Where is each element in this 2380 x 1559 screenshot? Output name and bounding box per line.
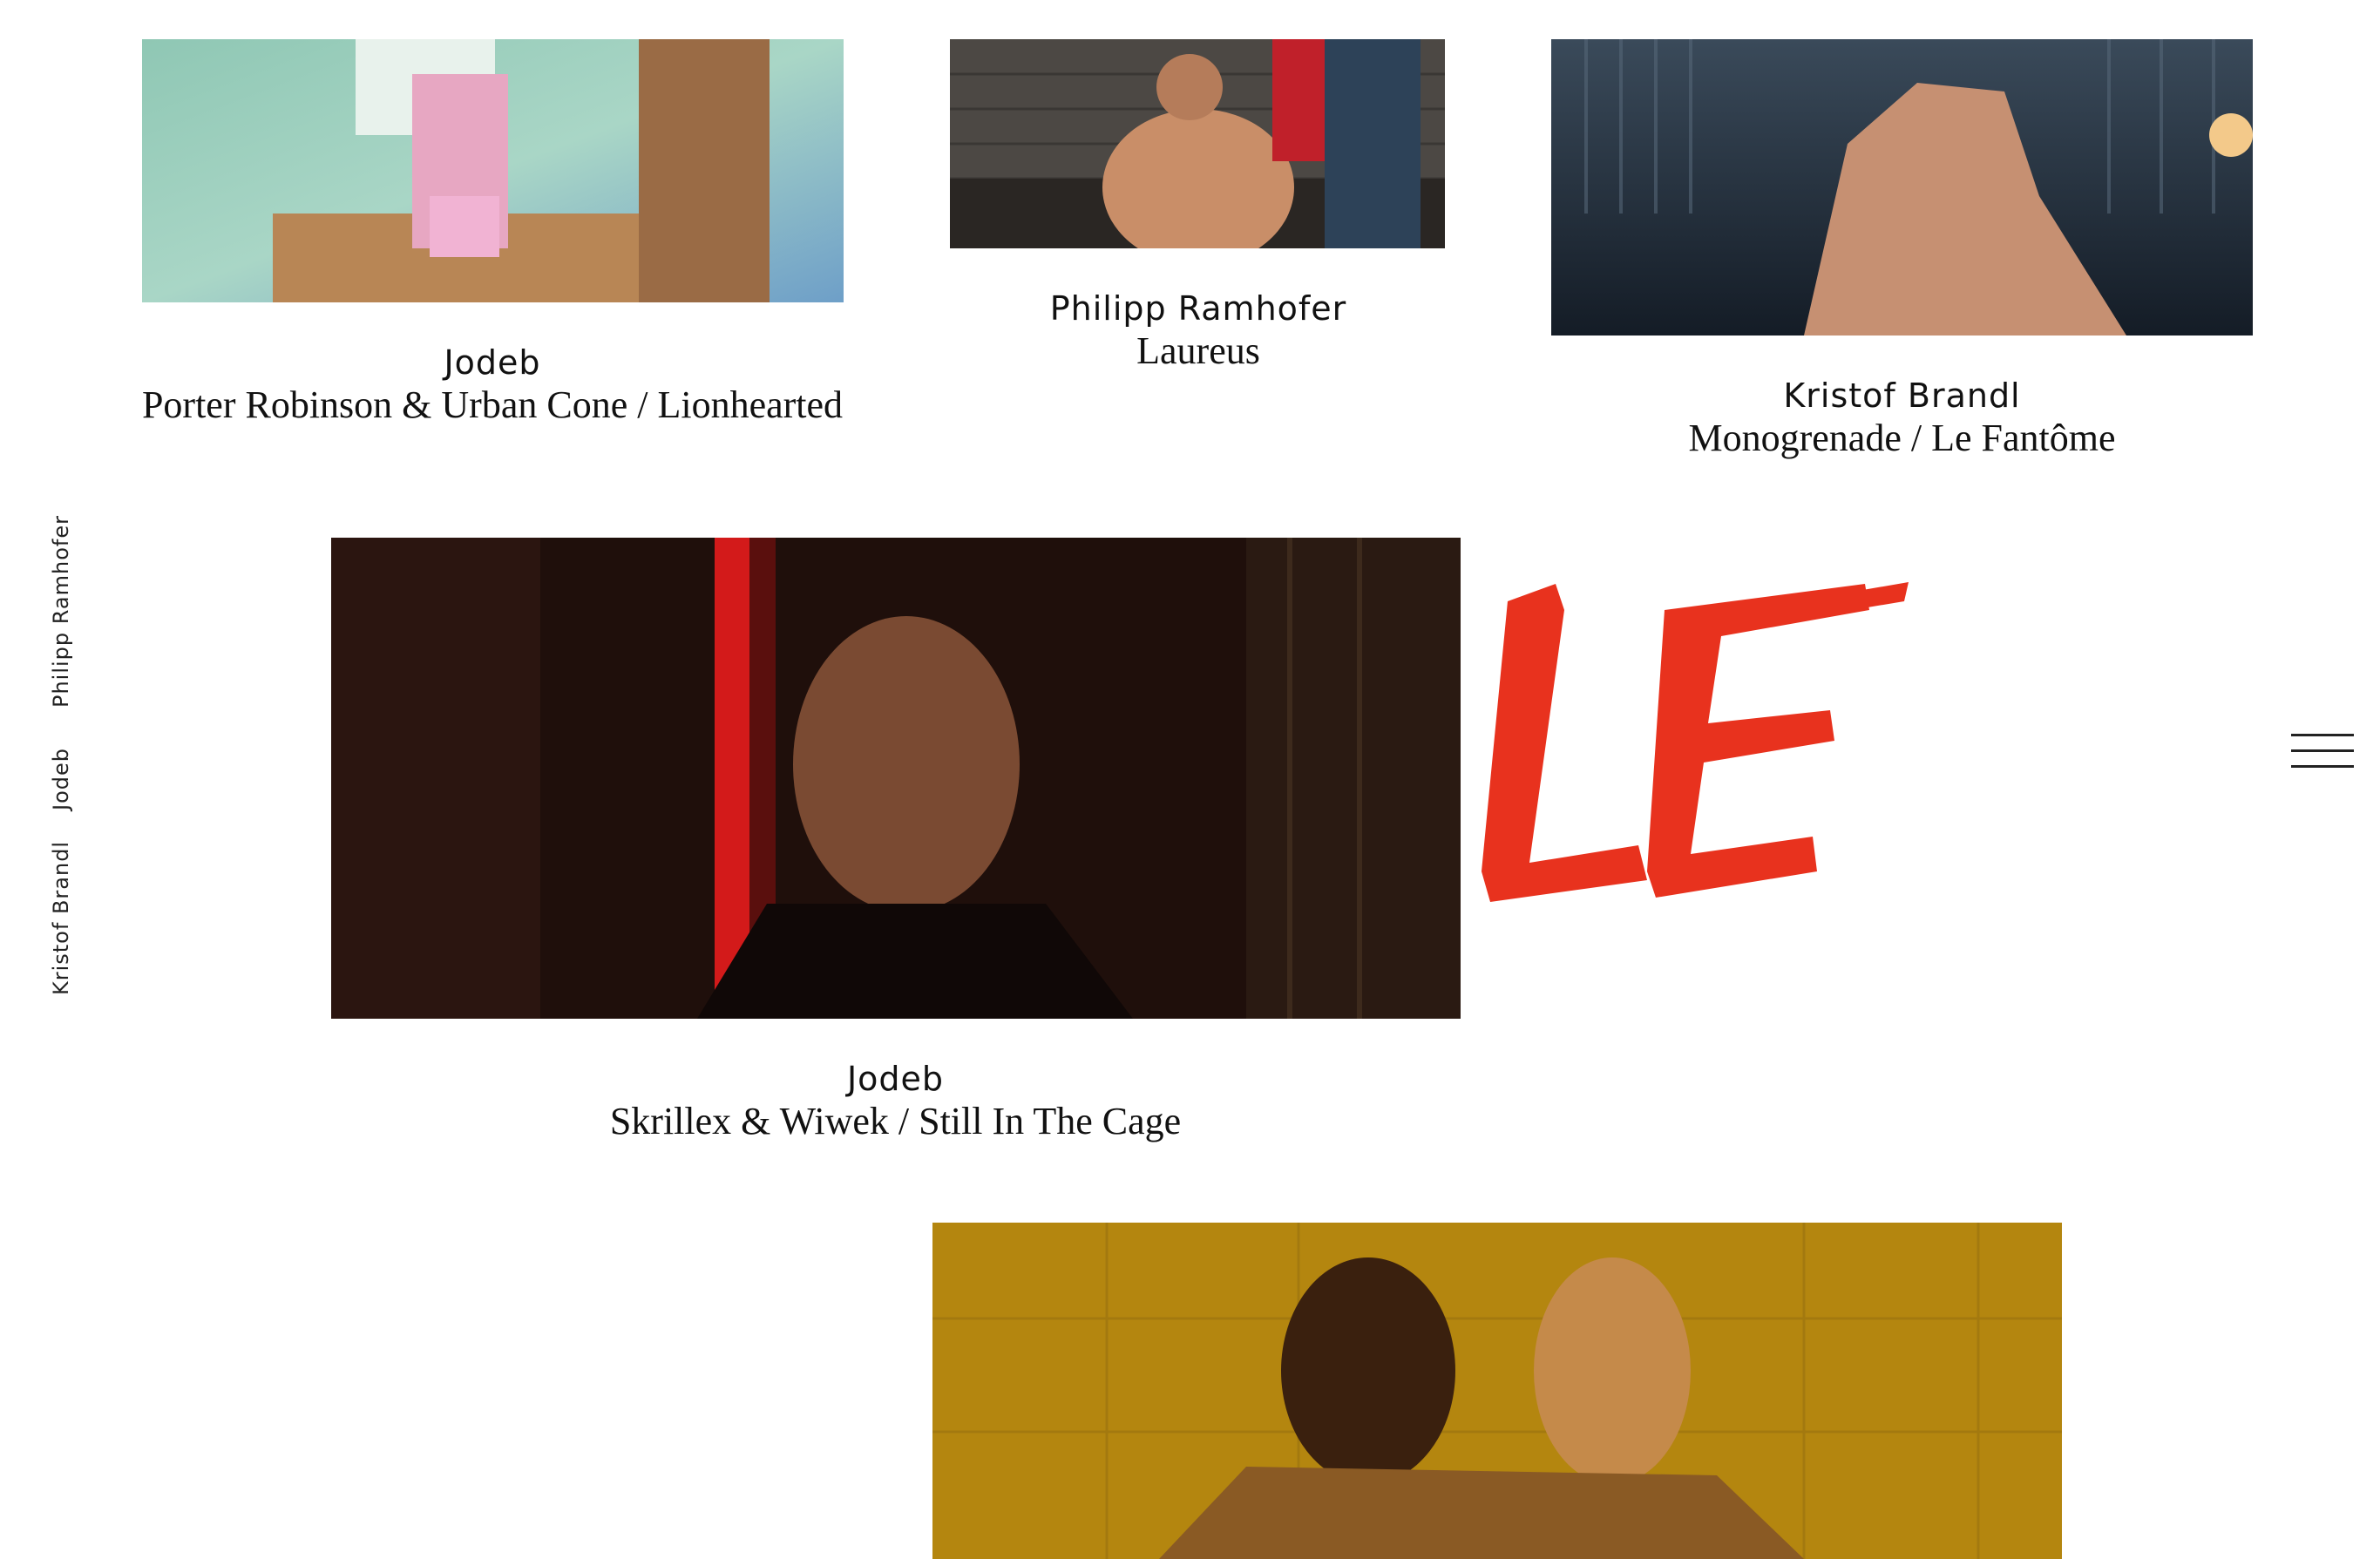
project-title: Porter Robinson & Urban Cone / Lionheart… xyxy=(141,383,844,426)
project-caption-le-fantome[interactable]: Kristof Brandl Monogrenade / Le Fantôme xyxy=(1534,375,2270,460)
project-caption-laureus[interactable]: Philipp Ramhofer Laureus xyxy=(915,288,1482,373)
project-director: Jodeb xyxy=(846,1060,945,1098)
project-title: Monogrenade / Le Fantôme xyxy=(1688,417,2116,459)
project-director: Philipp Ramhofer xyxy=(1049,289,1347,328)
project-caption-lionhearted[interactable]: Jodeb Porter Robinson & Urban Cone / Lio… xyxy=(113,342,871,427)
side-nav-kristof-brandl[interactable]: Kristof Brandl xyxy=(49,841,73,995)
project-director: Jodeb xyxy=(444,343,541,382)
hamburger-menu-icon[interactable] xyxy=(2291,730,2354,774)
project-thumbnail-5[interactable] xyxy=(932,1223,2062,1559)
project-thumbnail-still-in-the-cage[interactable] xyxy=(331,538,1461,1019)
project-title: Laureus xyxy=(1136,329,1260,372)
side-navigation: Philipp Ramhofer Jodeb Kristof Brandl xyxy=(49,514,84,1002)
side-nav-philipp-ramhofer[interactable]: Philipp Ramhofer xyxy=(49,515,73,708)
project-caption-still-in-the-cage[interactable]: Jodeb Skrillex & Wiwek / Still In The Ca… xyxy=(523,1058,1268,1143)
project-thumbnail-lionhearted[interactable] xyxy=(142,39,844,302)
project-title: Skrillex & Wiwek / Still In The Cage xyxy=(609,1100,1182,1142)
project-thumbnail-le-fantome[interactable] xyxy=(1551,39,2253,336)
project-director: Kristof Brandl xyxy=(1783,376,2021,415)
project-thumbnail-laureus[interactable] xyxy=(950,39,1445,248)
side-nav-jodeb[interactable]: Jodeb xyxy=(49,748,73,810)
